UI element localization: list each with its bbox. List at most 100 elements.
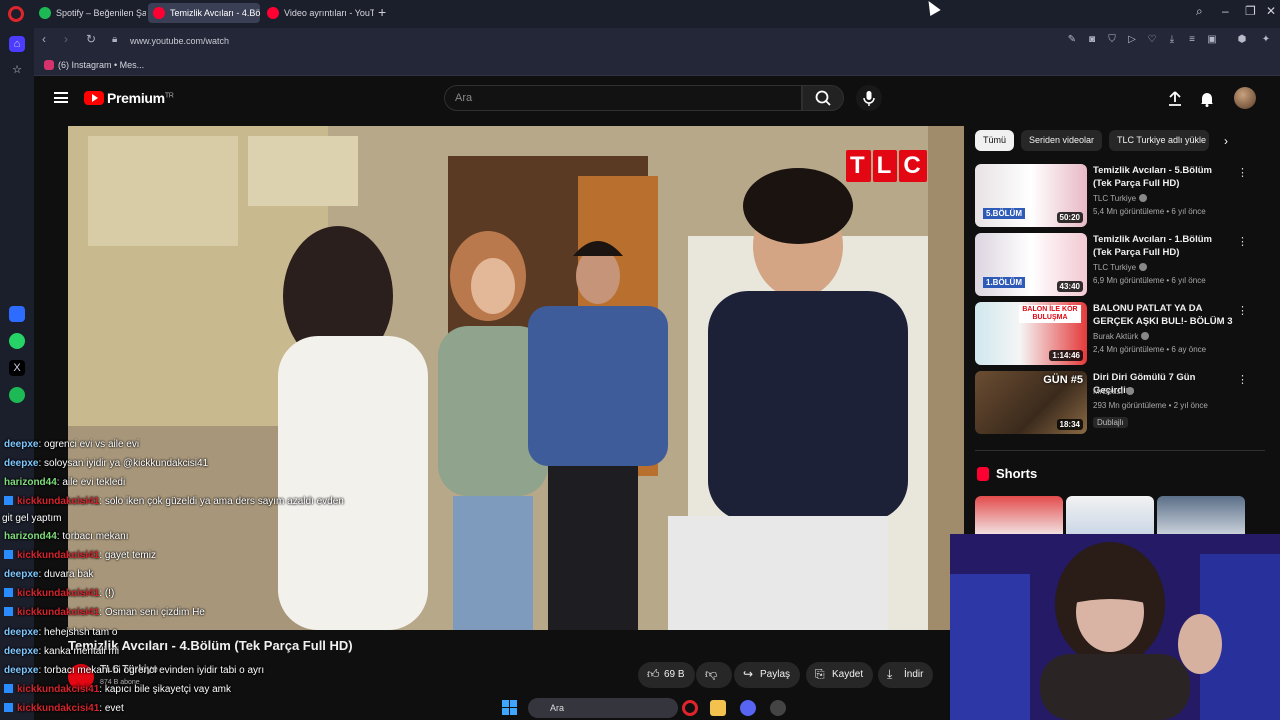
close-icon[interactable]: ✕ [1266,4,1276,18]
tab-youtube-video[interactable]: Temizlik Avcıları - 4.Bölüm [148,3,260,23]
tlc-channel-watermark: TLC [846,150,929,182]
edit-icon[interactable]: ✎ [1066,34,1078,46]
like-button[interactable]: 👍︎ 69 B [638,662,695,688]
youtube-premium-logo[interactable]: PremiumTR [107,90,174,106]
voice-search-button[interactable] [856,85,882,111]
recommendation-item[interactable]: 5.BÖLÜM 50:20 Temizlik Avcıları - 5.Bölü… [975,164,1265,228]
recommendation-item[interactable]: 1.BÖLÜM 43:40 Temizlik Avcıları - 1.Bölü… [975,233,1265,297]
recommendation-title[interactable]: Temizlik Avcıları - 1.Bölüm (Tek Parça F… [1093,233,1233,259]
windows-taskbar: Ara [420,696,860,720]
search-input[interactable]: Ara [444,85,802,111]
video-thumbnail[interactable]: BALON İLE KÖR BULUŞMA 1:14:46 [975,302,1087,365]
chat-message: kickkundakcisi41: solo iken çok güzeldi … [4,495,344,509]
chip-all[interactable]: Tümü [975,130,1015,151]
wallet-icon[interactable]: ▣ [1206,34,1218,46]
chat-message: git gel yaptım [2,513,62,524]
recommendation-channel[interactable]: TLC Turkiye [1093,194,1148,203]
recommendation-item[interactable]: BALON İLE KÖR BULUŞMA 1:14:46 BALONU PAT… [975,302,1265,366]
short-thumbnail[interactable] [975,496,1063,536]
home-icon[interactable]: ⌂ [9,36,25,52]
play-icon[interactable]: ▷ [1126,34,1138,46]
upload-icon[interactable] [1166,90,1184,108]
youtube-logo-icon[interactable] [84,91,104,105]
thumbs-up-icon: 👍︎ [647,667,660,681]
search-icon[interactable]: ⌕ [1196,4,1203,19]
new-tab-plus-icon[interactable]: + [378,4,386,20]
windows-start-icon[interactable] [502,700,517,715]
share-icon: ↪ [743,667,754,681]
more-options-icon[interactable]: ⋮ [1237,373,1248,386]
thumbs-down-icon: 👎︎ [705,667,718,681]
subscriber-badge-icon [4,684,13,693]
taskbar-search-input[interactable]: Ara [528,698,678,718]
reload-icon[interactable]: ↻ [86,32,96,46]
forward-icon[interactable]: › [64,32,68,46]
video-thumbnail[interactable]: GÜN #5 18:34 [975,371,1087,434]
opera-taskbar-icon[interactable] [682,700,698,716]
chat-message: kickkundakcisi41: gayet temiz [4,549,156,563]
recommendation-channel[interactable]: TLC Turkiye [1093,263,1148,272]
minimize-icon[interactable]: – [1222,4,1229,18]
star-icon[interactable]: ☆ [9,62,25,78]
recommendation-channel[interactable]: MrBeast [1093,387,1134,396]
opera-logo-icon[interactable] [8,6,24,22]
url-field[interactable]: www.youtube.com/watch [130,32,229,50]
download-icon[interactable]: ⤓ [1166,34,1178,46]
chat-message: kickkundakcisi41: kapıcı bile şikayetçi … [4,683,231,697]
x-icon[interactable]: X [9,360,25,376]
messenger-icon[interactable] [9,306,25,322]
notifications-bell-icon[interactable] [1198,90,1216,108]
recommendation-title[interactable]: Temizlik Avcıları - 5.Bölüm (Tek Parça F… [1093,164,1233,190]
chip-series[interactable]: Seriden videolar [1021,130,1103,151]
settings-gear-icon[interactable] [770,700,786,716]
whatsapp-icon[interactable] [9,333,25,349]
subscriber-badge-icon [4,550,13,559]
tab-spotify[interactable]: Spotify – Beğenilen Şarkıl [34,3,146,23]
tab-video-details[interactable]: Video ayrıntıları - YouTub [262,3,374,23]
short-thumbnail[interactable] [1066,496,1154,536]
spotify-icon[interactable] [9,387,25,403]
recommendation-title[interactable]: BALONU PATLAT YA DA GERÇEK AŞKI BUL!- BÖ… [1093,302,1233,328]
short-thumbnail[interactable] [1157,496,1245,536]
download-button[interactable]: ⤓ İndir [878,662,934,688]
account-avatar[interactable] [1234,87,1256,109]
browser-tab-bar: Spotify – Beğenilen Şarkıl Temizlik Avcı… [0,0,1280,28]
hamburger-menu-icon[interactable] [54,92,68,103]
dubbed-badge: Dublajlı [1093,417,1128,428]
verified-check-icon [1125,387,1134,395]
camera-icon[interactable]: ◙ [1086,34,1098,46]
youtube-header: PremiumTR Ara [34,76,1280,122]
chat-message: deepxe: torbacı mekanı bi ogrenci evinde… [4,665,265,676]
maximize-icon[interactable]: ❐ [1245,4,1256,18]
chevron-right-icon[interactable]: › [1224,134,1228,148]
aria-icon[interactable]: ✦ [1260,34,1272,46]
address-bar: ‹ › ↻ 🔒︎ www.youtube.com/watch ✎ ◙ ⛉ ▷ ♡… [34,28,1280,54]
more-options-icon[interactable]: ⋮ [1237,304,1248,317]
bookmarks-bar: (6) Instagram • Mes... [34,54,1280,76]
shield-icon[interactable]: ⛉ [1106,34,1118,46]
bookmark-instagram[interactable]: (6) Instagram • Mes... [44,57,144,73]
search-button[interactable] [802,85,844,111]
discord-icon[interactable] [740,700,756,716]
chat-message: kickkundakcisi41: (!) [4,587,114,601]
recommendation-item[interactable]: GÜN #5 18:34 Diri Diri Gömülü 7 Gün Geçi… [975,371,1265,435]
save-button[interactable]: ⎘ Kaydet [806,662,874,688]
recommendation-channel[interactable]: Burak Aktürk [1093,332,1150,341]
more-options-icon[interactable]: ⋮ [1237,235,1248,248]
subscriber-badge-icon [4,588,13,597]
shorts-icon [977,467,989,481]
extensions-icon[interactable]: ⬢ [1236,34,1248,46]
video-thumbnail[interactable]: 1.BÖLÜM 43:40 [975,233,1087,296]
back-icon[interactable]: ‹ [42,32,46,46]
video-thumbnail[interactable]: 5.BÖLÜM 50:20 [975,164,1087,227]
heart-icon[interactable]: ♡ [1146,34,1158,46]
dislike-button[interactable]: 👎︎ [696,662,732,688]
more-options-icon[interactable]: ⋮ [1237,166,1248,179]
search-icon [815,90,831,106]
share-button[interactable]: ↪ Paylaş [734,662,801,688]
video-player[interactable]: TLC [68,126,964,630]
menu-icon[interactable]: ≡ [1186,34,1198,46]
chip-channel-uploads[interactable]: TLC Turkiye adlı yüklе [1109,130,1209,151]
chat-message: kickkundakcisi41: evet [4,702,124,716]
file-explorer-icon[interactable] [710,700,726,716]
